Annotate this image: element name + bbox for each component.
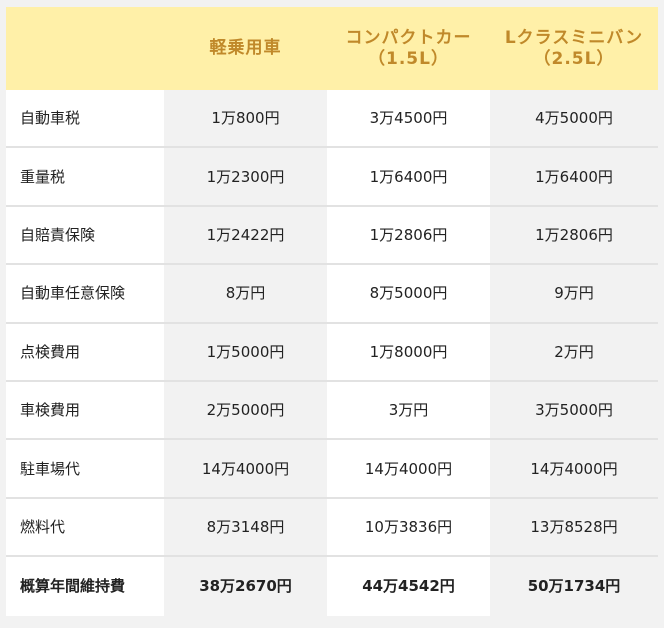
minivan-value: 1万2806円 xyxy=(490,206,658,264)
header-minivan-line2: （2.5L） xyxy=(533,48,615,69)
compact-car-total: 44万4542円 xyxy=(327,557,490,616)
compact-car-value: 10万3836円 xyxy=(327,498,490,556)
header-minivan: Lクラスミニバン （2.5L） xyxy=(490,7,658,90)
minivan-value: 13万8528円 xyxy=(490,498,658,556)
compact-car-value: 1万8000円 xyxy=(327,323,490,380)
minivan-value: 14万4000円 xyxy=(490,440,658,497)
kei-car-value: 1万5000円 xyxy=(164,323,327,380)
row-label: 自動車税 xyxy=(6,90,164,147)
minivan-value: 1万6400円 xyxy=(490,148,658,205)
minivan-total: 50万1734円 xyxy=(490,557,658,616)
table-row: 自賠責保険 1万2422円 1万2806円 1万2806円 xyxy=(6,206,658,266)
table-row: 駐車場代 14万4000円 14万4000円 14万4000円 xyxy=(6,440,658,499)
total-row: 概算年間維持費 38万2670円 44万4542円 50万1734円 xyxy=(6,557,658,616)
minivan-value: 4万5000円 xyxy=(490,90,658,147)
total-label: 概算年間維持費 xyxy=(6,557,164,616)
minivan-value: 3万5000円 xyxy=(490,381,658,439)
header-compact-car-line2: （1.5L） xyxy=(368,48,449,69)
header-compact-car-line1: コンパクトカー xyxy=(345,28,472,49)
table-row: 重量税 1万2300円 1万6400円 1万6400円 xyxy=(6,148,658,207)
table-row: 燃料代 8万3148円 10万3836円 13万8528円 xyxy=(6,498,658,558)
compact-car-value: 14万4000円 xyxy=(327,440,490,497)
table-row: 自動車税 1万800円 3万4500円 4万5000円 xyxy=(6,90,658,149)
header-kei-car: 軽乗用車 xyxy=(164,7,327,90)
table-row: 自動車任意保険 8万円 8万5000円 9万円 xyxy=(6,265,658,324)
row-label: 自動車任意保険 xyxy=(6,265,164,322)
kei-car-value: 1万2300円 xyxy=(164,148,327,205)
row-label: 駐車場代 xyxy=(6,440,164,497)
header-minivan-line1: Lクラスミニバン xyxy=(504,28,644,49)
compact-car-value: 3万4500円 xyxy=(327,90,490,147)
kei-car-value: 1万2422円 xyxy=(164,206,327,264)
row-label: 自賠責保険 xyxy=(6,206,164,264)
row-label: 燃料代 xyxy=(6,498,164,556)
kei-car-value: 1万800円 xyxy=(164,90,327,147)
table-row: 点検費用 1万5000円 1万8000円 2万円 xyxy=(6,323,658,382)
kei-car-value: 2万5000円 xyxy=(164,381,327,439)
kei-car-value: 8万3148円 xyxy=(164,498,327,556)
compact-car-value: 8万5000円 xyxy=(327,265,490,322)
compact-car-value: 3万円 xyxy=(327,381,490,439)
kei-car-total: 38万2670円 xyxy=(164,557,327,616)
table-row: 車検費用 2万5000円 3万円 3万5000円 xyxy=(6,381,658,441)
row-label: 車検費用 xyxy=(6,381,164,439)
kei-car-value: 8万円 xyxy=(164,265,327,322)
compact-car-value: 1万2806円 xyxy=(327,206,490,264)
row-label: 点検費用 xyxy=(6,323,164,380)
header-empty-cell xyxy=(6,7,164,90)
kei-car-value: 14万4000円 xyxy=(164,440,327,497)
header-kei-car-line1: 軽乗用車 xyxy=(209,38,282,59)
table-header-row: 軽乗用車 コンパクトカー （1.5L） Lクラスミニバン （2.5L） xyxy=(6,7,658,90)
header-compact-car: コンパクトカー （1.5L） xyxy=(327,7,490,90)
minivan-value: 2万円 xyxy=(490,323,658,380)
compact-car-value: 1万6400円 xyxy=(327,148,490,205)
minivan-value: 9万円 xyxy=(490,265,658,322)
cost-comparison-table: 軽乗用車 コンパクトカー （1.5L） Lクラスミニバン （2.5L） 自動車税… xyxy=(6,7,658,616)
row-label: 重量税 xyxy=(6,148,164,205)
